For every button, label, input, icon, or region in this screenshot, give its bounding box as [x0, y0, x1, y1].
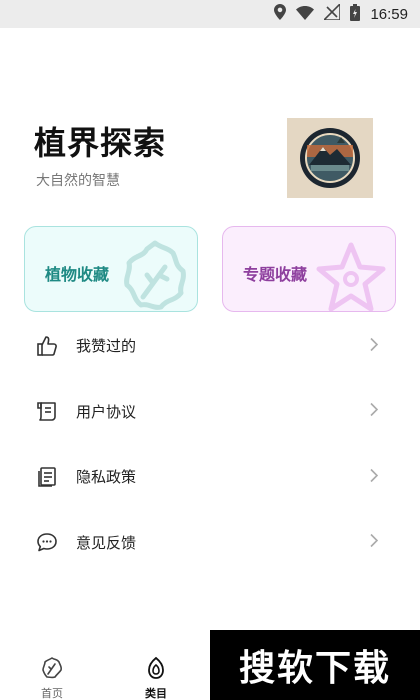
plant-collection-label: 植物收藏	[45, 265, 110, 284]
menu-label-liked: 我赞过的	[76, 337, 137, 356]
app-title: 植界探索	[34, 124, 167, 162]
chevron-right-icon	[370, 402, 379, 421]
chat-icon	[36, 531, 58, 553]
status-icons: 16:59	[274, 2, 408, 25]
topic-collection-card[interactable]: 专题收藏	[222, 226, 396, 312]
app-logo	[287, 118, 373, 198]
watermark-text: 搜软下载	[238, 648, 391, 689]
tab-home[interactable]: 首页	[22, 648, 82, 700]
leaf-icon	[42, 657, 63, 679]
seed-icon	[148, 656, 164, 679]
plant-collection-card[interactable]: 植物收藏	[24, 226, 198, 312]
chevron-right-icon	[370, 533, 379, 552]
app-subtitle: 大自然的智慧	[36, 173, 120, 189]
menu-item-privacy-policy[interactable]: 隐私政策	[0, 444, 420, 510]
watermark-banner: 搜软下载	[210, 630, 420, 700]
menu-list: 我赞过的 用户协议 隐私政策 意见反馈	[0, 313, 420, 575]
menu-item-user-agreement[interactable]: 用户协议	[0, 379, 420, 445]
scroll-icon	[36, 400, 58, 422]
topic-collection-label: 专题收藏	[243, 265, 308, 284]
tab-category[interactable]: 类目	[126, 648, 186, 700]
menu-label-privacy-policy: 隐私政策	[76, 468, 137, 487]
mountain-logo-icon	[300, 128, 360, 188]
no-signal-icon	[322, 2, 342, 24]
tab-category-label: 类目	[145, 687, 167, 700]
location-icon	[274, 4, 287, 24]
menu-label-feedback: 意见反馈	[76, 533, 137, 552]
star-decoration-icon	[316, 242, 386, 311]
thumbs-up-icon	[36, 335, 58, 357]
battery-icon	[350, 3, 361, 25]
status-time: 16:59	[370, 5, 408, 23]
chevron-right-icon	[370, 336, 379, 355]
menu-item-liked[interactable]: 我赞过的	[0, 313, 420, 379]
chevron-right-icon	[370, 467, 379, 486]
wifi-icon	[296, 5, 315, 24]
leaf-decoration-icon	[124, 240, 186, 310]
menu-label-user-agreement: 用户协议	[76, 402, 137, 421]
status-bar: 16:59	[0, 0, 420, 28]
menu-item-feedback[interactable]: 意见反馈	[0, 510, 420, 576]
document-icon	[36, 466, 58, 488]
tab-home-label: 首页	[41, 687, 63, 700]
